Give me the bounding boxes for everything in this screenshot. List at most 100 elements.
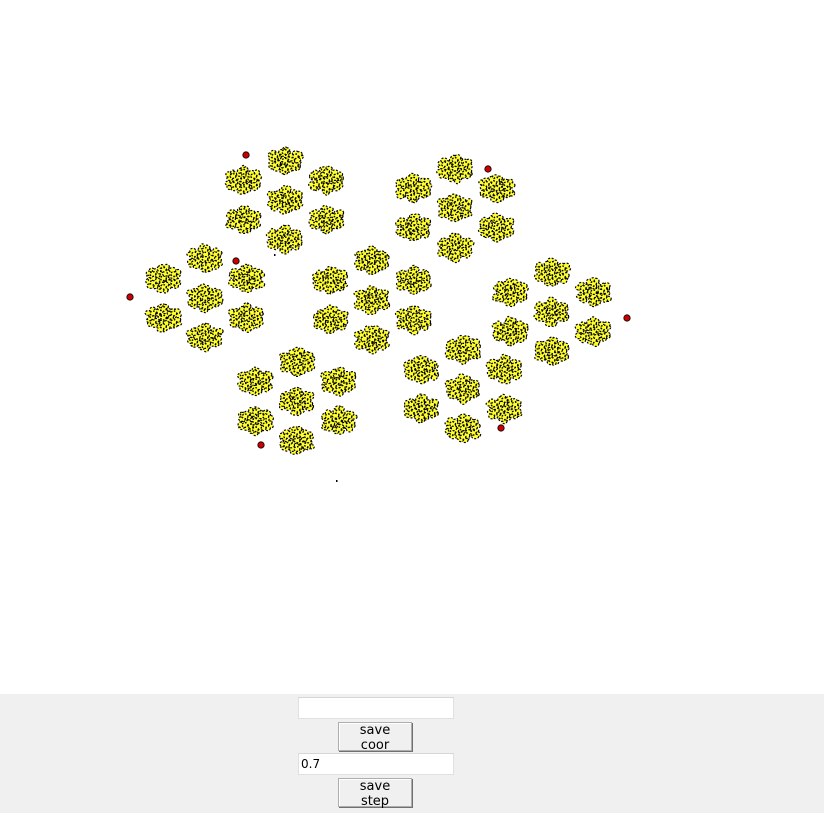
fractal-blob [318,165,333,178]
vertex-marker [232,257,240,265]
fractal-blob [277,242,293,255]
flower-subcluster [492,277,529,308]
flower-subcluster [403,355,439,385]
fractal-blob [466,418,481,430]
fractal-blob [288,229,303,241]
vertex-marker [126,293,134,301]
flower-subcluster [312,304,349,334]
fractal-blob [459,197,473,211]
flower-subcluster [436,154,473,185]
flower-subcluster [394,305,432,336]
vertex-marker [257,441,265,449]
fractal-blob [425,398,440,410]
fractal-cluster [224,146,345,255]
flower-subcluster [321,405,358,435]
stray-point [336,480,338,482]
flower-subcluster [396,264,432,295]
fractal-blob [187,257,203,269]
vertex-marker [623,314,631,322]
flower-subcluster [436,193,473,223]
flower-subcluster [395,213,432,242]
save-step-button[interactable]: save step [338,778,412,809]
flower-subcluster [265,224,303,255]
flower-subcluster [278,386,315,417]
fractal-blob [277,224,292,237]
flower-subcluster [225,205,262,234]
fractal-cluster [312,245,432,355]
flower-subcluster [485,393,523,425]
flower-subcluster [237,406,274,437]
flower-subcluster [353,285,391,315]
fractal-blob [197,322,212,335]
flower-subcluster [485,353,523,385]
flower-subcluster [444,413,482,444]
flower-subcluster [353,325,390,355]
flower-subcluster [403,393,440,424]
fractal-cluster [395,154,516,264]
fractal-blob [331,423,345,435]
fractal-blob [248,383,263,397]
coordinate-input[interactable] [298,697,454,719]
fractal-blob [333,309,349,321]
vertex-marker [497,424,505,432]
fractal-cluster [144,243,266,353]
fractal-blob [330,169,344,182]
flower-subcluster [267,146,304,176]
flower-subcluster [312,265,349,295]
fractal-cluster [236,346,358,455]
flower-subcluster [444,334,482,365]
flower-subcluster [279,425,315,455]
flower-subcluster [533,257,572,287]
flower-subcluster [437,232,475,264]
fractal-blob [575,291,591,304]
fractal-blob [543,257,559,270]
fractal-blob [246,209,262,223]
fractal-cluster [491,257,612,366]
flower-subcluster [444,373,480,405]
flower-subcluster [185,322,224,353]
fractal-blob [375,288,389,302]
flower-subcluster [477,212,515,243]
flower-subcluster [395,172,433,204]
fractal-blob [596,321,612,333]
flower-subcluster [236,366,274,397]
save-coor-button[interactable]: save coor [338,722,412,753]
fractal-drawing [126,146,631,482]
control-panel: save coor save step [0,694,824,813]
step-input[interactable] [298,753,454,775]
flower-subcluster [308,165,344,196]
stray-point [274,254,276,256]
flower-subcluster [574,277,612,308]
flower-subcluster [478,174,516,204]
flower-subcluster [227,302,264,333]
fractal-blob [554,262,572,275]
vertex-marker [242,151,250,159]
drawing-canvas[interactable] [0,0,824,694]
flower-subcluster [266,185,304,215]
flower-subcluster [320,366,357,397]
flower-subcluster [228,263,266,293]
fractal-blob [458,237,475,249]
flower-subcluster [574,316,612,348]
fractal-blob [331,405,346,419]
flower-subcluster [491,315,529,347]
fractal-blob [236,380,252,393]
flower-subcluster [534,336,570,366]
fractal-blob [395,217,409,229]
flower-subcluster [186,243,224,273]
flower-subcluster [224,164,262,195]
flower-subcluster [533,296,570,328]
flower-subcluster [308,204,345,235]
flower-subcluster [354,245,390,276]
flower-subcluster [145,263,182,294]
fractal-blob [500,217,515,230]
fractal-blob [597,282,611,295]
flower-subcluster [144,303,183,333]
flower-subcluster [279,346,316,378]
fractal-app-window: save coor save step [0,0,824,813]
fractal-blob [342,410,358,423]
vertex-marker [484,165,492,173]
fractal-blob [425,359,439,371]
fractal-blob [513,281,529,295]
flower-subcluster [186,283,224,314]
